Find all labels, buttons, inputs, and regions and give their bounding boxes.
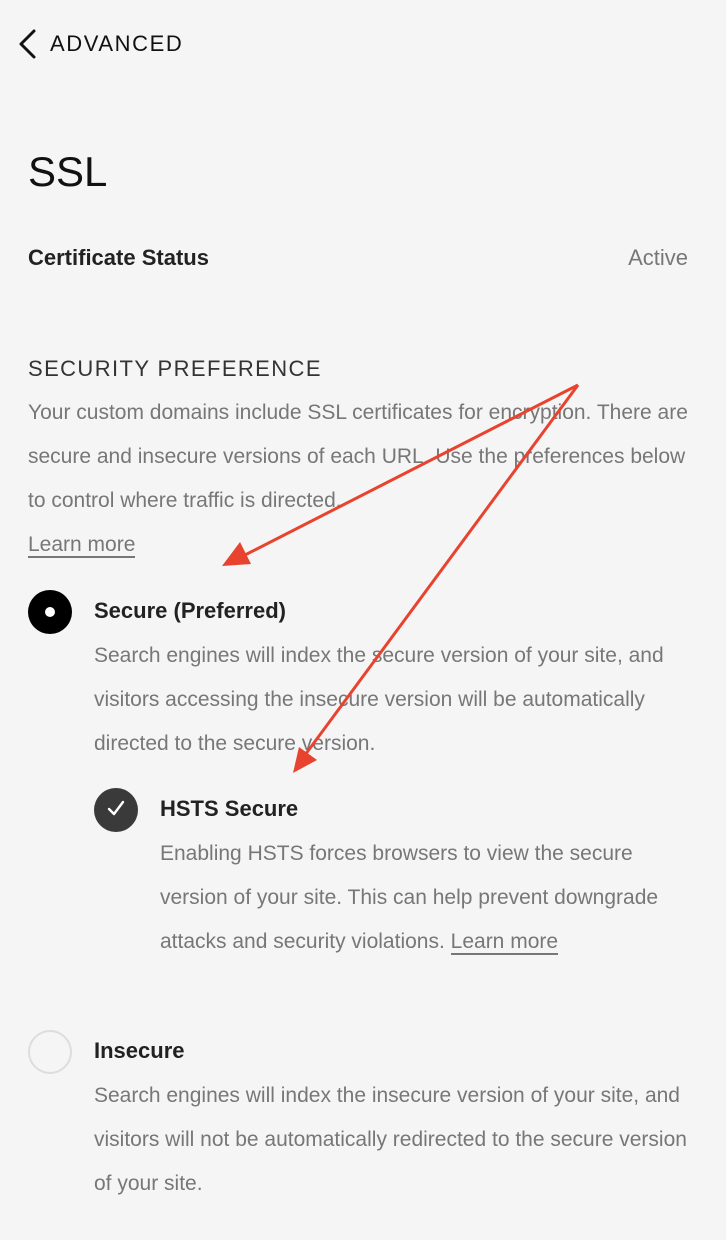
certificate-status-label: Certificate Status — [28, 245, 209, 270]
insecure-option-label[interactable]: Insecure — [94, 1038, 185, 1064]
security-preference-heading: SECURITY PREFERENCE — [28, 356, 322, 381]
hsts-description-text: Enabling HSTS forces browsers to view th… — [160, 842, 659, 953]
checkmark-icon — [106, 798, 126, 823]
secure-radio-button[interactable] — [28, 590, 72, 634]
security-preference-description: Your custom domains include SSL certific… — [28, 391, 688, 567]
back-label: ADVANCED — [50, 31, 184, 56]
security-description-text: Your custom domains include SSL certific… — [28, 401, 688, 512]
certificate-status-value: Active — [628, 245, 688, 270]
learn-more-link[interactable]: Learn more — [28, 533, 136, 558]
chevron-left-icon — [16, 28, 38, 60]
page-title: SSL — [28, 148, 108, 195]
insecure-option-description: Search engines will index the insecure v… — [94, 1084, 687, 1195]
secure-option-description: Search engines will index the secure ver… — [94, 644, 664, 755]
hsts-option-label[interactable]: HSTS Secure — [160, 796, 298, 822]
insecure-radio-button[interactable] — [28, 1030, 72, 1074]
hsts-learn-more-link[interactable]: Learn more — [450, 930, 559, 955]
back-button[interactable]: ADVANCED — [16, 28, 183, 60]
hsts-checkbox[interactable] — [94, 788, 138, 832]
hsts-option-description: Enabling HSTS forces browsers to view th… — [160, 832, 685, 964]
certificate-status-row: Certificate Status Active — [28, 245, 688, 271]
secure-option-label[interactable]: Secure (Preferred) — [94, 598, 286, 624]
ssl-settings-panel: ADVANCED SSL Certificate Status Active S… — [0, 0, 726, 1240]
